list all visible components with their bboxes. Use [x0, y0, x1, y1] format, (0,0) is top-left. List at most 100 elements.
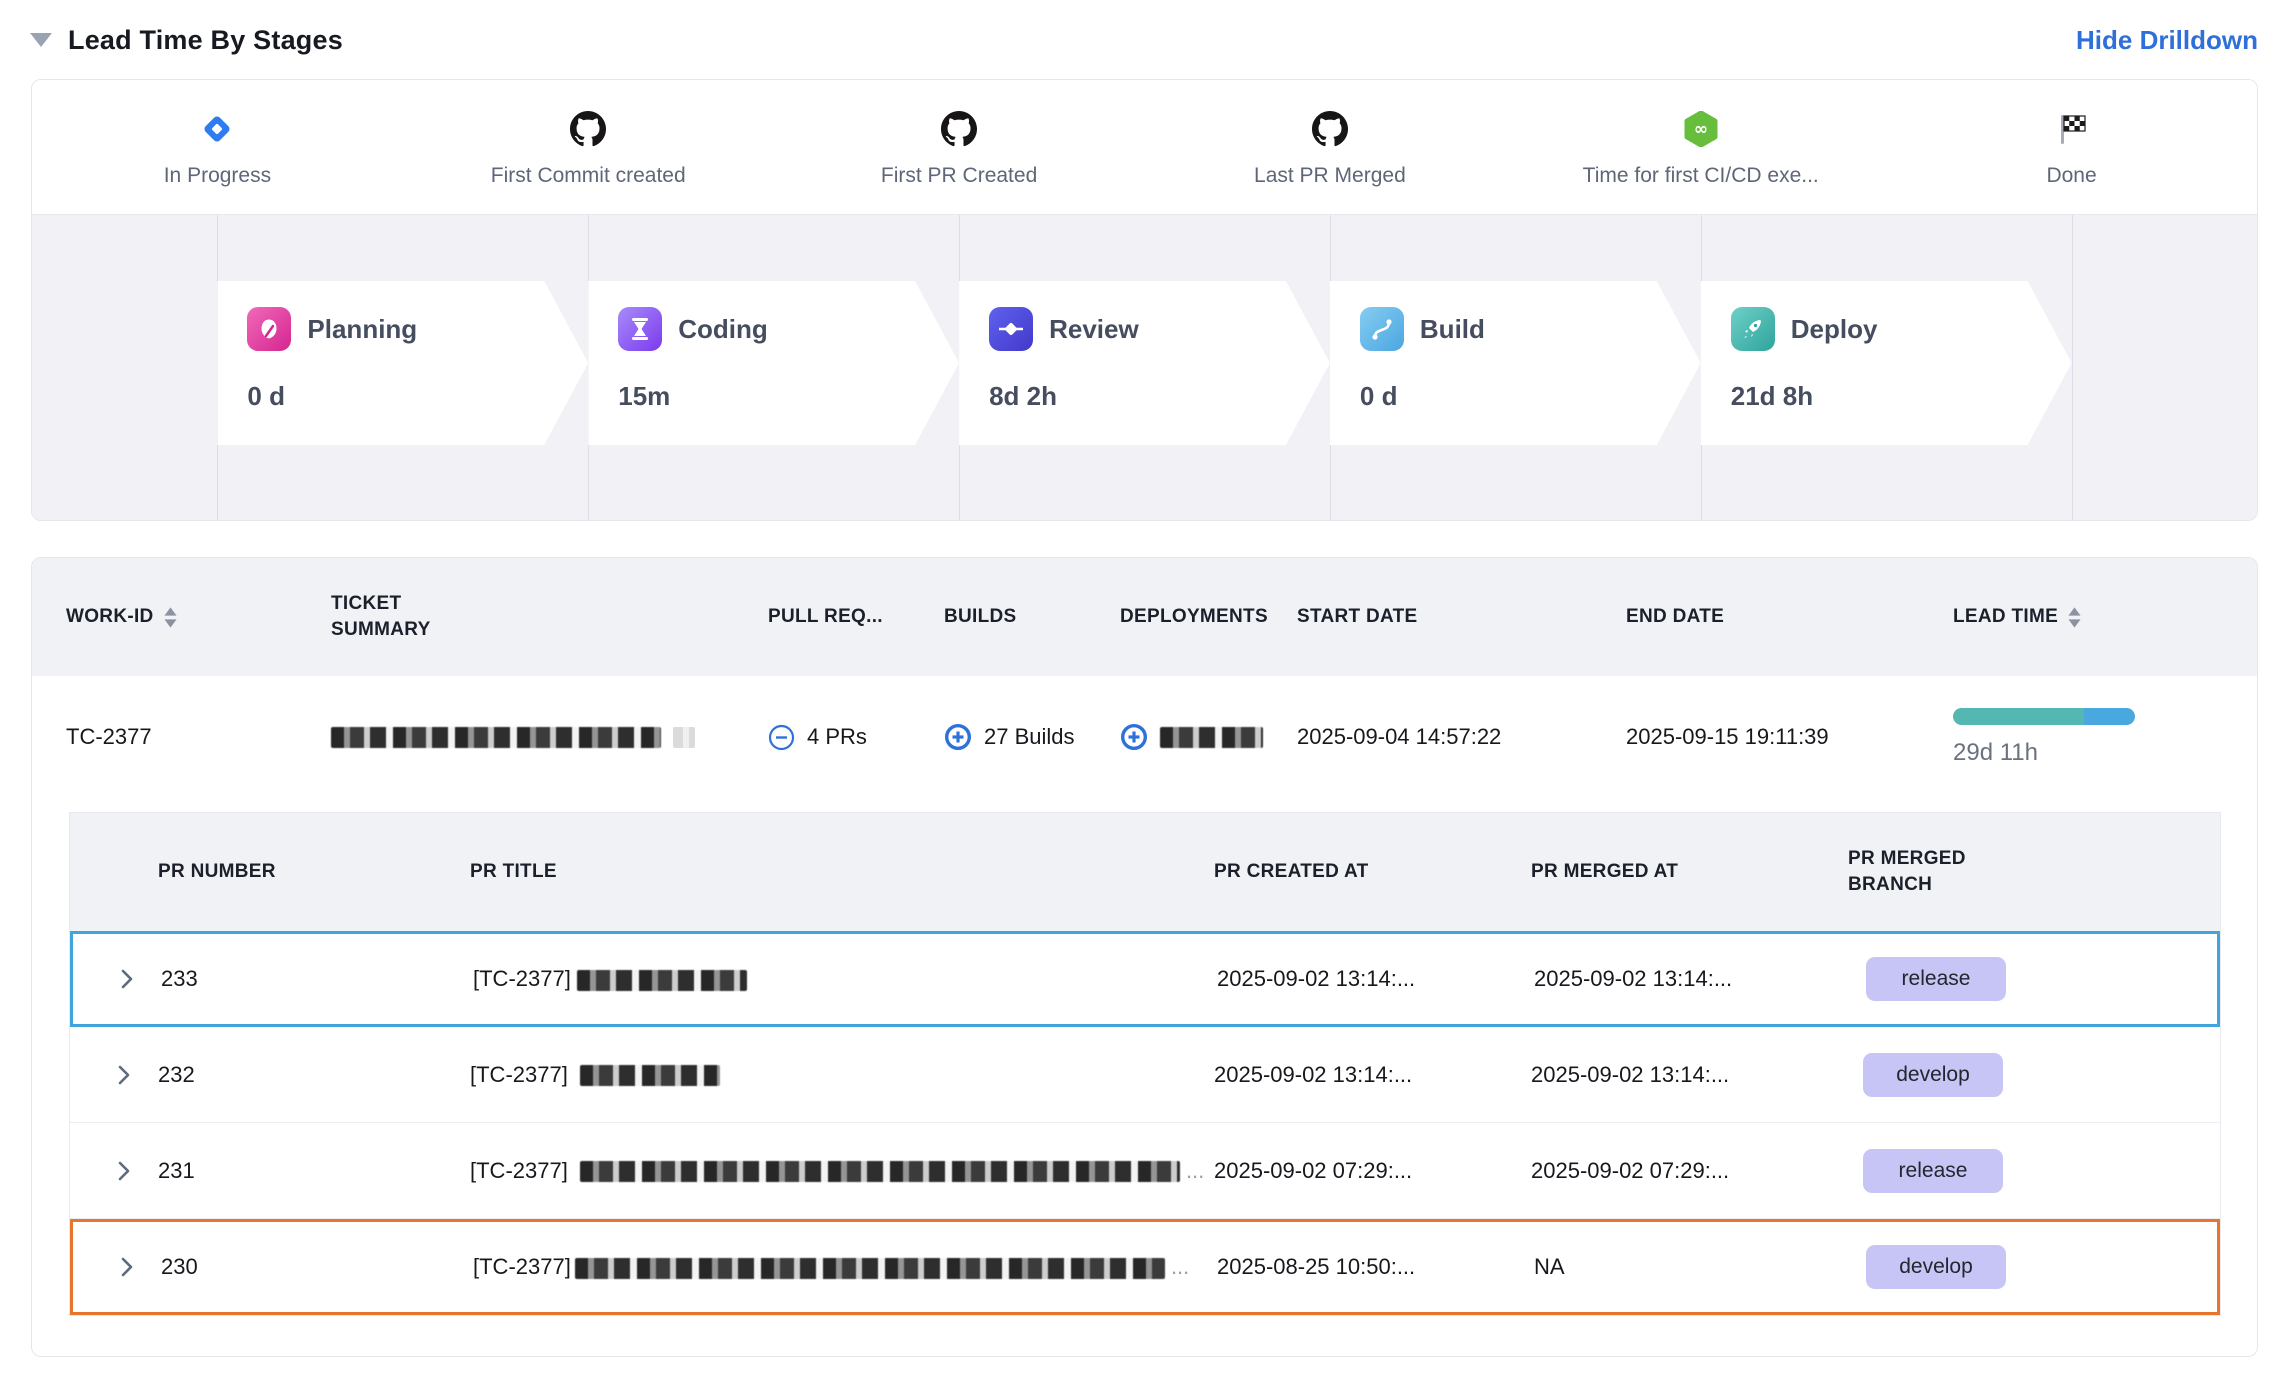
stage-duration: 15m — [618, 381, 959, 412]
minus-circle-icon[interactable] — [768, 724, 795, 751]
stage-coding[interactable]: Coding 15m — [588, 281, 959, 445]
stage-name: Review — [1049, 314, 1139, 345]
pr-branch-cell: develop — [1851, 1245, 2217, 1289]
column-deployments: DEPLOYMENTS — [1086, 606, 1263, 628]
expand-chevron-icon[interactable] — [119, 1256, 135, 1278]
planning-icon — [247, 307, 291, 351]
builds-cell[interactable]: 27 Builds — [910, 723, 1086, 751]
sort-icon[interactable] — [164, 607, 177, 628]
branch-badge: develop — [1863, 1053, 2003, 1097]
column-end-date: END DATE — [1592, 606, 1919, 628]
column-pr-title: PR TITLE — [470, 859, 1214, 885]
column-pr-number: PR NUMBER — [70, 859, 470, 885]
milestone-label: Done — [2046, 164, 2096, 188]
pr-number: 233 — [161, 966, 198, 992]
milestone-done: Done — [1886, 110, 2257, 188]
stage-duration: 8d 2h — [989, 381, 1330, 412]
work-table-header: WORK-ID TICKET SUMMARY PULL REQ... BUILD… — [32, 558, 2257, 676]
pr-row-231[interactable]: 231 [TC-2377] ... 2025-09-02 07:29:... 2… — [70, 1123, 2220, 1219]
end-date-cell: 2025-09-15 19:11:39 — [1592, 724, 1919, 750]
stage-name: Planning — [307, 314, 417, 345]
page-title: Lead Time By Stages — [68, 25, 343, 56]
flow-divider — [2072, 215, 2073, 520]
checkered-flag-icon — [2053, 110, 2091, 148]
rocket-icon — [1731, 307, 1775, 351]
milestone-in-progress: In Progress — [32, 110, 403, 188]
review-node-icon — [989, 307, 1033, 351]
stage-name: Deploy — [1791, 314, 1878, 345]
expand-chevron-icon[interactable] — [116, 1160, 132, 1182]
lead-time-cell: 29d 11h — [1919, 708, 2257, 767]
pr-branch-cell: develop — [1848, 1053, 2220, 1097]
redacted-text — [580, 1161, 1180, 1182]
pr-merged-at: 2025-09-02 13:14:... — [1534, 966, 1851, 992]
branch-curve-icon — [1360, 307, 1404, 351]
column-ticket-summary: TICKET SUMMARY — [297, 591, 734, 642]
pr-row-232[interactable]: 232 [TC-2377] 2025-09-02 13:14:... 2025-… — [70, 1027, 2220, 1123]
milestone-cicd: ∞ Time for first CI/CD exe... — [1515, 110, 1886, 188]
github-icon — [569, 110, 607, 148]
milestone-label: Last PR Merged — [1254, 164, 1406, 188]
milestone-first-pr: First PR Created — [774, 110, 1145, 188]
column-pr-merged-at: PR MERGED AT — [1531, 859, 1848, 885]
branch-badge: release — [1866, 957, 2006, 1001]
stage-deploy[interactable]: Deploy 21d 8h — [1701, 281, 2072, 445]
column-pr-merged-branch: PR MERGED BRANCH — [1848, 846, 2220, 897]
column-work-id[interactable]: WORK-ID — [32, 606, 297, 628]
lead-time-value: 29d 11h — [1953, 739, 2257, 767]
pr-created-at: 2025-08-25 10:50:... — [1217, 1254, 1534, 1280]
svg-text:∞: ∞ — [1694, 120, 1708, 140]
work-item-row[interactable]: TC-2377 4 PRs 27 Builds 2025-09-04 14:57… — [32, 676, 2257, 798]
milestone-last-pr-merged: Last PR Merged — [1144, 110, 1515, 188]
pr-created-at: 2025-09-02 07:29:... — [1214, 1158, 1531, 1184]
pr-branch-cell: release — [1848, 1149, 2220, 1193]
plus-circle-icon[interactable] — [1120, 723, 1148, 751]
stage-planning[interactable]: Planning 0 d — [217, 281, 588, 445]
milestone-label: Time for first CI/CD exe... — [1583, 164, 1819, 188]
milestone-label: In Progress — [164, 164, 271, 188]
branch-badge: release — [1863, 1149, 2003, 1193]
pr-merged-at: 2025-09-02 13:14:... — [1531, 1062, 1848, 1088]
redacted-text — [575, 1258, 1165, 1279]
stage-flow-area: Planning 0 d Coding 15m Review 8d 2h — [32, 214, 2257, 520]
column-builds: BUILDS — [910, 606, 1086, 628]
stage-review[interactable]: Review 8d 2h — [959, 281, 1330, 445]
column-lead-time[interactable]: LEAD TIME — [1919, 606, 2257, 628]
pr-title: [TC-2377] — [470, 1062, 1214, 1088]
lead-time-bar — [1953, 708, 2135, 725]
plus-circle-icon[interactable] — [944, 723, 972, 751]
milestone-first-commit: First Commit created — [403, 110, 774, 188]
github-icon — [1311, 110, 1349, 148]
pr-merged-at: NA — [1534, 1254, 1851, 1280]
pull-requests-cell[interactable]: 4 PRs — [734, 724, 910, 751]
start-date-cell: 2025-09-04 14:57:22 — [1263, 724, 1592, 750]
work-items-table: WORK-ID TICKET SUMMARY PULL REQ... BUILD… — [31, 557, 2258, 1357]
milestone-label: First PR Created — [881, 164, 1037, 188]
redacted-text — [1160, 727, 1263, 748]
milestone-row: In Progress First Commit created First P… — [32, 80, 2257, 214]
pr-number: 232 — [158, 1062, 195, 1088]
expand-chevron-icon[interactable] — [119, 968, 135, 990]
lead-time-bar-segment-1 — [1953, 708, 2084, 725]
redacted-text — [577, 970, 747, 991]
pr-drilldown-table: PR NUMBER PR TITLE PR CREATED AT PR MERG… — [69, 812, 2221, 1316]
collapse-triangle-icon[interactable] — [30, 33, 52, 47]
column-pull-requests: PULL REQ... — [734, 606, 910, 628]
pr-title: [TC-2377] — [473, 966, 1217, 992]
stage-build[interactable]: Build 0 d — [1330, 281, 1701, 445]
pr-row-233[interactable]: 233 [TC-2377] 2025-09-02 13:14:... 2025-… — [70, 931, 2220, 1027]
lead-time-stages-panel: In Progress First Commit created First P… — [31, 79, 2258, 521]
pr-row-230[interactable]: 230 [TC-2377] ... 2025-08-25 10:50:... N… — [70, 1219, 2220, 1315]
column-start-date: START DATE — [1263, 606, 1592, 628]
stage-name: Build — [1420, 314, 1485, 345]
pr-number: 231 — [158, 1158, 195, 1184]
stage-duration: 0 d — [247, 381, 588, 412]
cicd-infinity-icon: ∞ — [1682, 110, 1720, 148]
redacted-text — [331, 727, 661, 748]
deployments-cell[interactable] — [1086, 723, 1263, 751]
expand-chevron-icon[interactable] — [116, 1064, 132, 1086]
sort-icon[interactable] — [2068, 607, 2081, 628]
jira-diamond-icon — [198, 110, 236, 148]
pr-created-at: 2025-09-02 13:14:... — [1214, 1062, 1531, 1088]
hide-drilldown-link[interactable]: Hide Drilldown — [2076, 25, 2258, 56]
